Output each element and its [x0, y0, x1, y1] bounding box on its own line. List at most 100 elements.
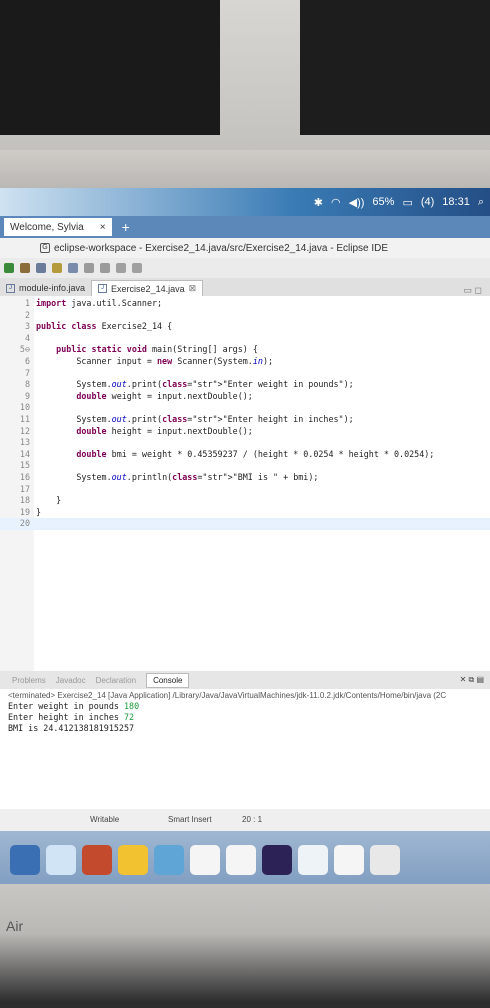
- format-icon[interactable]: [100, 263, 110, 273]
- code-line[interactable]: 5⊖ public static void main(String[] args…: [0, 344, 490, 356]
- run-icon[interactable]: [4, 263, 14, 273]
- background-object: [0, 0, 220, 135]
- code-line[interactable]: 8 System.out.print(class="str">"Enter we…: [0, 379, 490, 391]
- finder-icon[interactable]: [46, 844, 76, 875]
- code-text: }: [36, 495, 62, 506]
- browser-tab-label: Welcome, Sylvia: [10, 221, 84, 233]
- code-text: System.out.print(class="str">"Enter heig…: [36, 414, 354, 424]
- window-title: eclipse-workspace - Exercise2_14.java/sr…: [54, 242, 389, 254]
- editor-tab-label: Exercise2_14.java: [111, 283, 185, 294]
- console-line: Enter weight in pounds 180: [8, 701, 490, 712]
- code-editor[interactable]: 1 import java.util.Scanner; 2 3 public class…: [0, 296, 490, 671]
- editor-tab-module-info[interactable]: J module-info.java: [0, 280, 91, 296]
- line-number: 18: [19, 495, 30, 506]
- system-menu-bar: ✱ ◠ ◀)) 65% ▭ (4) 18:31 ⌕: [0, 188, 490, 216]
- code-line[interactable]: 7: [0, 368, 490, 380]
- code-line[interactable]: 17: [0, 484, 490, 496]
- code-line[interactable]: 11 System.out.print(class="str">"Enter h…: [0, 414, 490, 426]
- code-line[interactable]: 19}: [0, 507, 490, 519]
- tab-problems[interactable]: Problems: [12, 676, 46, 685]
- tab-javadoc[interactable]: Javadoc: [56, 676, 86, 685]
- code-line[interactable]: 15: [0, 460, 490, 472]
- nav-forward-icon[interactable]: [132, 263, 142, 273]
- trash-icon[interactable]: [370, 844, 400, 875]
- new-tab-button[interactable]: +: [122, 219, 130, 235]
- wifi-icon[interactable]: ◠: [331, 196, 341, 209]
- screen: ✱ ◠ ◀)) 65% ▭ (4) 18:31 ⌕ Welcome, Sylvi…: [0, 188, 490, 888]
- console-output[interactable]: <terminated> Exercise2_14 [Java Applicat…: [0, 689, 490, 809]
- code-line[interactable]: 9 double weight = input.nextDouble();: [0, 391, 490, 403]
- line-number: 8: [24, 379, 30, 390]
- minimize-maximize-icon[interactable]: ▭ ◻: [464, 285, 490, 296]
- editor-tab-label: module-info.java: [19, 283, 86, 293]
- bluetooth-icon[interactable]: ✱: [314, 196, 323, 209]
- code-line[interactable]: 2: [0, 310, 490, 322]
- code-line[interactable]: 3 public class Exercise2_14 {: [0, 321, 490, 333]
- g-app-icon-3[interactable]: [334, 844, 364, 875]
- line-number: 4: [24, 332, 30, 343]
- volume-icon[interactable]: ◀)): [349, 196, 365, 209]
- status-writable: Writable: [90, 815, 120, 824]
- laptop-brand-label: Air: [6, 918, 24, 934]
- code-line[interactable]: 6 Scanner input = new Scanner(System.in)…: [0, 356, 490, 368]
- tab-console[interactable]: Console: [146, 672, 190, 688]
- line-number: 3: [24, 321, 30, 332]
- status-cursor-position: 20 : 1: [242, 815, 263, 824]
- toolbar: [0, 258, 490, 278]
- browser-tab-bar: Welcome, Sylvia × +: [0, 216, 490, 238]
- line-number: 10: [19, 402, 30, 413]
- battery-percent[interactable]: 65%: [372, 196, 394, 208]
- status-bar: Writable Smart Insert 20 : 1: [0, 809, 490, 831]
- background-object: [300, 0, 490, 135]
- code-line[interactable]: 20: [0, 518, 490, 530]
- eclipse-file-icon: G: [40, 243, 50, 253]
- code-line[interactable]: 14 double bmi = weight * 0.45359237 / (h…: [0, 449, 490, 461]
- eclipse-icon[interactable]: [262, 844, 292, 875]
- code-line[interactable]: 18 }: [0, 495, 490, 507]
- line-number: 7: [24, 367, 30, 378]
- battery-icon[interactable]: ▭: [402, 196, 412, 209]
- status-insert-mode: Smart Insert: [168, 815, 212, 824]
- code-text: import java.util.Scanner;: [36, 298, 163, 308]
- g-app-icon-1[interactable]: [190, 844, 220, 875]
- new-icon[interactable]: [36, 263, 46, 273]
- code-text: public static void main(String[] args) {: [56, 344, 258, 355]
- chrome-icon[interactable]: [118, 844, 148, 875]
- code-line[interactable]: 1 import java.util.Scanner;: [0, 298, 490, 310]
- line-number: 5⊖: [19, 344, 30, 355]
- close-tab-icon[interactable]: ⊠: [189, 283, 197, 294]
- console-actions-icon[interactable]: ✕ ⧉ ▤: [460, 675, 490, 685]
- preview-icon[interactable]: [154, 844, 184, 875]
- code-text: System.out.println(class="str">"BMI is "…: [36, 472, 319, 482]
- code-line[interactable]: 10: [0, 402, 490, 414]
- debug-icon[interactable]: [20, 263, 30, 273]
- tools-icon[interactable]: [52, 263, 62, 273]
- code-line[interactable]: 4: [0, 333, 490, 345]
- code-text: double weight = input.nextDouble();: [76, 390, 253, 401]
- code-text: double height = input.nextDouble();: [76, 425, 253, 436]
- text-edit-icon[interactable]: [298, 844, 328, 875]
- layout-icon[interactable]: [84, 263, 94, 273]
- console-status: <terminated> Exercise2_14 [Java Applicat…: [8, 691, 447, 700]
- search-toolbar-icon[interactable]: [68, 263, 78, 273]
- code-text: public class Exercise2_14 {: [36, 321, 173, 332]
- console-line: Enter height in inches 72: [8, 712, 490, 723]
- notification-badge[interactable]: (4): [421, 196, 434, 208]
- code-line[interactable]: 13: [0, 437, 490, 449]
- editor-tab-exercise[interactable]: J Exercise2_14.java ⊠: [91, 280, 204, 296]
- g-app-icon-2[interactable]: [226, 844, 256, 875]
- nav-back-icon[interactable]: [116, 263, 126, 273]
- search-icon[interactable]: ⌕: [478, 196, 484, 209]
- console-input: 180: [123, 701, 140, 711]
- code-line[interactable]: 12 double height = input.nextDouble();: [0, 426, 490, 438]
- browser-tab[interactable]: Welcome, Sylvia ×: [4, 218, 112, 236]
- launchpad-icon[interactable]: [10, 844, 40, 875]
- close-icon[interactable]: ×: [100, 222, 106, 233]
- line-number: 15: [19, 460, 30, 471]
- tab-declaration[interactable]: Declaration: [96, 676, 136, 685]
- powerpoint-icon[interactable]: [82, 844, 112, 875]
- code-line[interactable]: 16 System.out.println(class="str">"BMI i…: [0, 472, 490, 484]
- clock[interactable]: 18:31: [442, 196, 470, 208]
- line-number: 9: [24, 390, 30, 401]
- window-title-bar: G eclipse-workspace - Exercise2_14.java/…: [0, 238, 490, 258]
